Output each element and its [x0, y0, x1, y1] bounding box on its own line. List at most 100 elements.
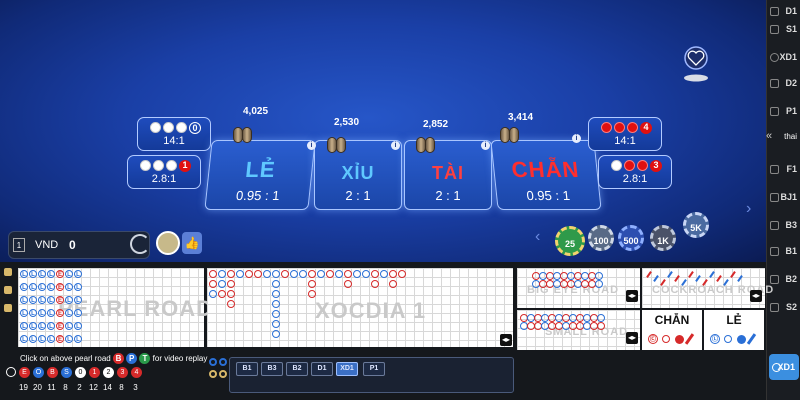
side-bet-three-white[interactable]: 1 2.8:1: [127, 155, 201, 189]
big-road-mark: [362, 270, 370, 278]
confirm-chip-icon[interactable]: [156, 231, 180, 255]
balance-panel: 1 VND 0: [8, 231, 150, 259]
arrow-left-icon[interactable]: ‹: [535, 228, 540, 246]
bet-odds: 2 : 1: [345, 188, 371, 203]
pearl-bead: L: [20, 335, 28, 343]
side-bet-four-white[interactable]: 0 14:1: [137, 117, 211, 151]
sidebar-item-b1[interactable]: B1: [767, 240, 800, 262]
info-icon[interactable]: i: [572, 134, 581, 143]
pearl-bead: L: [47, 322, 55, 330]
stat-icon: 2: [103, 367, 114, 378]
table-tab-b3[interactable]: B3: [261, 362, 283, 376]
table-tab-b2[interactable]: B2: [286, 362, 308, 376]
side-count-badge: 0: [189, 122, 201, 134]
stat-value: 11: [47, 383, 56, 392]
bet-le[interactable]: LẺ 0.95 : 1: [204, 140, 316, 210]
stat-value: 12: [89, 383, 98, 392]
dealer-icon[interactable]: [4, 268, 12, 276]
xocdia-road[interactable]: XOCDIA 1: [207, 268, 513, 347]
chip-5k[interactable]: 5K: [683, 212, 709, 238]
predict-le-label: LẺ: [726, 313, 742, 327]
pearl-bead: L: [20, 296, 28, 304]
table-tab-p1[interactable]: P1: [363, 362, 385, 376]
side-count-badge: 1: [179, 160, 191, 172]
pearl-bead: L: [47, 309, 55, 317]
big-road-mark: [272, 270, 280, 278]
sidebar-item-d2[interactable]: D2: [767, 72, 800, 94]
blue-ring-icon: [724, 335, 732, 343]
stat-value: 2: [77, 383, 82, 392]
blue-dot-icon: [737, 335, 746, 344]
sidebar-item-f1[interactable]: F1: [767, 158, 800, 180]
big-road-mark: [209, 280, 217, 288]
cockroach-road[interactable]: COCKROACH ROAD: [642, 268, 773, 308]
table-switch-icons: [207, 356, 227, 384]
dealer-icon[interactable]: [4, 304, 12, 312]
pearl-bead: L: [74, 270, 82, 278]
bet-label: LẺ: [244, 157, 277, 182]
dealer-icon[interactable]: [4, 286, 12, 294]
table-tab-xd1[interactable]: XD1: [336, 362, 358, 376]
info-icon[interactable]: i: [307, 141, 316, 150]
predict-le-panel[interactable]: LẺ Ⓛ: [704, 310, 764, 350]
road-nav-button[interactable]: ◂▸: [750, 290, 762, 302]
sidebar-item-s1[interactable]: S1: [767, 18, 800, 40]
tip-heart-icon[interactable]: [682, 44, 710, 84]
blue-slash-icon: [746, 333, 757, 345]
predict-chan-panel[interactable]: CHẴN Ⓒ: [642, 310, 702, 350]
pearl-bead: E: [56, 309, 64, 317]
chip-1k[interactable]: 1K: [650, 225, 676, 251]
sidebar-item-xd1[interactable]: XD1: [767, 46, 800, 68]
sidebar-item-b3[interactable]: B3: [767, 214, 800, 236]
stat-value: 8: [119, 383, 124, 392]
replay-badge-p[interactable]: P: [126, 353, 138, 364]
dealer-thumb[interactable]: « thai: [766, 128, 800, 152]
red-slash-icon: [684, 333, 695, 345]
chip-stack-icon: [233, 127, 255, 145]
replay-badge-t[interactable]: T: [139, 353, 151, 364]
pearl-bead: L: [65, 270, 73, 278]
info-icon[interactable]: i: [391, 141, 400, 150]
chip-500[interactable]: 500: [618, 225, 644, 251]
big-road-mark: [272, 310, 280, 318]
pearl-bead: E: [56, 335, 64, 343]
stat-icon: S: [61, 367, 72, 378]
collapse-arrow-icon[interactable]: «: [766, 130, 772, 142]
road-nav-button[interactable]: ◂▸: [626, 290, 638, 302]
stat-icon: B: [47, 367, 58, 378]
side-bet-odds: 14:1: [614, 135, 636, 147]
pearl-bead: L: [65, 309, 73, 317]
sidebar-item-xd1-active[interactable]: XD1: [769, 354, 799, 380]
bet-chan[interactable]: CHẴN 0.95 : 1: [490, 140, 602, 210]
thumbs-up-icon[interactable]: 👍: [182, 232, 202, 254]
derived-mark: [597, 314, 605, 322]
derived-mark: [595, 272, 603, 280]
pearl-bead: L: [20, 322, 28, 330]
pearl-bead: L: [20, 309, 28, 317]
big-road-mark: [227, 270, 235, 278]
pearl-bead: L: [47, 335, 55, 343]
arrow-right-icon[interactable]: ›: [746, 200, 751, 218]
side-bet-four-red[interactable]: 4 14:1: [588, 117, 662, 151]
table-tab-b1[interactable]: B1: [236, 362, 258, 376]
sidebar-item-bj1[interactable]: BJ1: [767, 186, 800, 208]
stat-value: 8: [63, 383, 68, 392]
table-tab-d1[interactable]: D1: [311, 362, 333, 376]
road-nav-button[interactable]: ◂▸: [500, 334, 512, 346]
info-icon[interactable]: i: [481, 141, 490, 150]
road-nav-button[interactable]: ◂▸: [626, 332, 638, 344]
chip-100[interactable]: 100: [588, 225, 614, 251]
pearl-bead: L: [29, 270, 37, 278]
sidebar-item-p1[interactable]: P1: [767, 100, 800, 122]
pearl-road[interactable]: PEARL ROAD: [18, 268, 212, 347]
undo-icon[interactable]: [130, 234, 150, 254]
chip-25[interactable]: 25: [555, 226, 585, 256]
big-road-mark: [272, 330, 280, 338]
side-bet-three-red[interactable]: 3 2.8:1: [598, 155, 672, 189]
pearl-bead: E: [56, 283, 64, 291]
pearl-bead: L: [74, 309, 82, 317]
sidebar-item-s2[interactable]: S2: [767, 296, 800, 318]
side-bet-odds: 2.8:1: [622, 173, 648, 185]
replay-badge-b[interactable]: B: [112, 353, 124, 364]
stats-icons: E O B S 0 1 2 3 4: [6, 367, 146, 379]
